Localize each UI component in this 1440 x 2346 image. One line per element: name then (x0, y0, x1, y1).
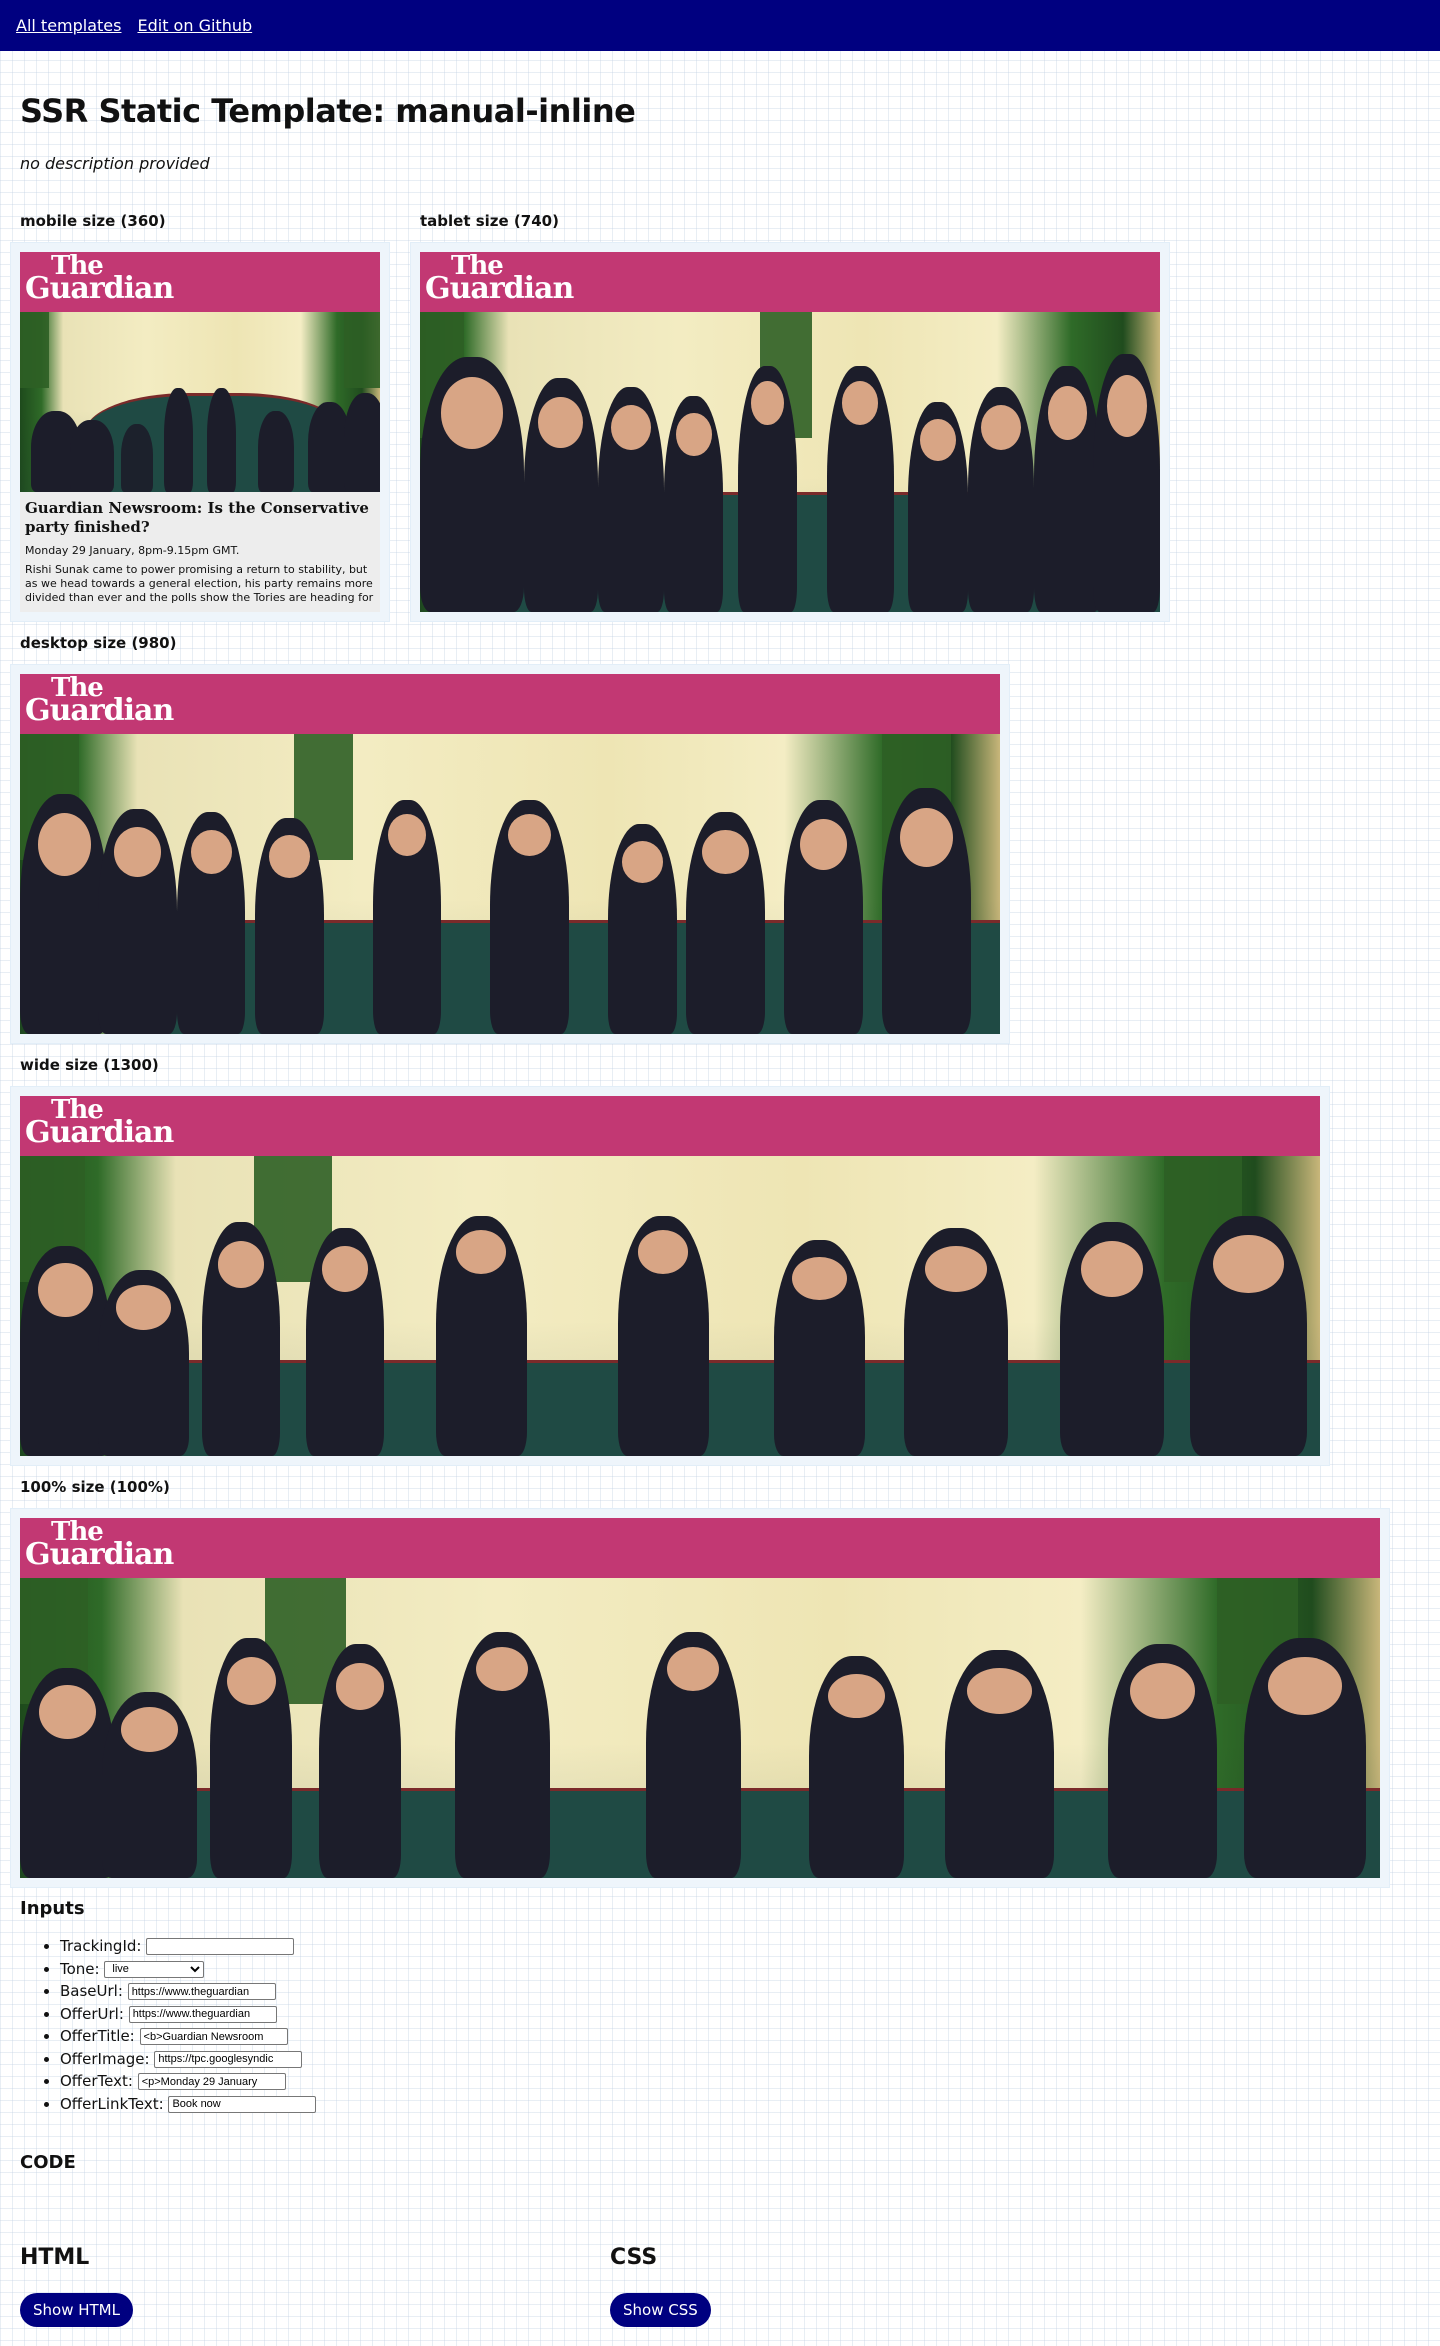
top-nav: All templates Edit on Github (0, 0, 1440, 51)
ad-mobile[interactable]: The Guardian Guardian Newsroom: Is the C… (20, 252, 380, 612)
ad-photo (20, 312, 380, 492)
ad-header: The Guardian (20, 674, 1000, 734)
input-tone: Tone: live (60, 1958, 316, 1981)
ad-wide[interactable]: The Guardian (20, 1096, 1320, 1456)
guardian-logo: The Guardian (25, 674, 174, 729)
guardian-logo: The Guardian (425, 252, 574, 307)
ad-title: Guardian Newsroom: Is the Conservative p… (25, 499, 369, 536)
input-offer-text: OfferText: (60, 2070, 316, 2093)
edit-on-github-link[interactable]: Edit on Github (137, 16, 252, 35)
input-label: OfferLinkText: (60, 2094, 164, 2113)
size-label-mobile: mobile size (360) (20, 212, 166, 230)
offer-image-field[interactable] (154, 2050, 303, 2068)
input-label: OfferUrl: (60, 2004, 124, 2023)
ad-tablet[interactable]: The Guardian (420, 252, 1160, 612)
ad-body: Rishi Sunak came to power promising a re… (25, 563, 374, 604)
offer-title-field[interactable] (139, 2028, 288, 2045)
input-label: TrackingId: (60, 1937, 142, 1955)
ad-header: The Guardian (420, 252, 1160, 312)
guardian-logo: The Guardian (25, 252, 174, 307)
input-label: OfferImage: (60, 2049, 150, 2068)
all-templates-link[interactable]: All templates (16, 16, 121, 35)
input-label: OfferText: (60, 2072, 133, 2090)
size-label-tablet: tablet size (740) (420, 212, 559, 230)
input-offer-image: OfferImage: (60, 2048, 316, 2071)
ad-photo (420, 312, 1160, 612)
ad-photo (20, 1156, 1320, 1456)
html-heading: HTML (20, 2245, 90, 2270)
ad-text: Guardian Newsroom: Is the Conservative p… (25, 499, 375, 605)
input-label: Tone: (60, 1959, 100, 1978)
tone-select[interactable]: live (104, 1960, 205, 1978)
page-title: SSR Static Template: manual-inline (20, 92, 636, 130)
ad-header: The Guardian (20, 252, 380, 312)
inputs-heading: Inputs (20, 1898, 85, 1919)
tracking-id-field[interactable] (146, 1938, 295, 1955)
ad-date: Monday 29 January, 8pm-9.15pm GMT. (25, 544, 240, 557)
ad-full[interactable]: The Guardian (20, 1518, 1380, 1878)
ad-header: The Guardian (20, 1096, 1320, 1156)
guardian-logo: The Guardian (25, 1518, 174, 1573)
ad-desktop[interactable]: The Guardian (20, 674, 1000, 1034)
show-html-button[interactable]: Show HTML (20, 2293, 133, 2327)
input-tracking-id: TrackingId: (60, 1935, 316, 1958)
offer-link-text-field[interactable] (168, 2095, 317, 2113)
offer-url-field[interactable] (128, 2005, 277, 2023)
input-offer-title: OfferTitle: (60, 2025, 316, 2048)
input-offer-url: OfferUrl: (60, 2003, 316, 2026)
ad-header: The Guardian (20, 1518, 1380, 1578)
input-base-url: BaseUrl: (60, 1980, 316, 2003)
css-heading: CSS (610, 2245, 658, 2270)
page-description: no description provided (20, 154, 210, 173)
inputs-list: TrackingId: Tone: live BaseUrl: OfferUrl… (42, 1935, 317, 2116)
size-label-desktop: desktop size (980) (20, 634, 177, 652)
guardian-logo: The Guardian (25, 1096, 174, 1151)
offer-text-field[interactable] (137, 2073, 286, 2090)
input-label: BaseUrl: (60, 1982, 123, 2000)
code-heading: CODE (20, 2152, 76, 2173)
input-offer-link-text: OfferLinkText: (60, 2093, 317, 2116)
input-label: OfferTitle: (60, 2027, 135, 2045)
size-label-wide: wide size (1300) (20, 1056, 159, 1074)
ad-photo (20, 734, 1000, 1034)
base-url-field[interactable] (127, 1983, 276, 2000)
show-css-button[interactable]: Show CSS (610, 2293, 711, 2327)
size-label-full: 100% size (100%) (20, 1478, 170, 1496)
ad-photo (20, 1578, 1380, 1878)
